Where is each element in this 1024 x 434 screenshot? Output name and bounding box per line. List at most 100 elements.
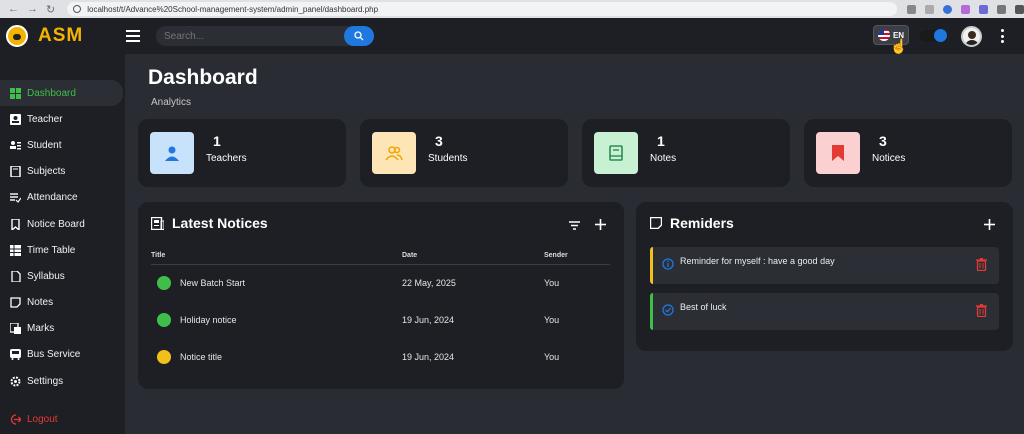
stat-card-notices[interactable]: 3 Notices [804,119,1012,187]
sidebar-item-dashboard[interactable]: Dashboard [0,80,123,107]
sidebar-item-notes[interactable]: Notes [0,290,125,316]
bookmark-icon [10,218,21,230]
dashboard-icon [10,87,21,99]
sidebar-item-student[interactable]: Student [0,132,125,158]
sidebar-item-syllabus[interactable]: Syllabus [0,263,125,289]
reminder-item[interactable]: Reminder for myself : have a good day [650,247,999,284]
page-title: Dashboard [148,66,258,89]
info-icon [662,258,674,270]
stat-value: 1 [213,133,221,149]
browser-bar: ← → ↻ localhost/t/Advance%20School-manag… [0,0,1024,18]
reminder-color-bar [650,293,653,330]
notices-stat-icon [816,132,860,174]
notice-sender: You [544,352,560,362]
marks-icon [10,323,21,335]
sidebar-item-label: Notice Board [27,218,85,230]
us-flag-icon [877,29,890,41]
menu-icon[interactable] [126,30,140,42]
avatar[interactable] [961,26,982,47]
reminders-panel: Remiders Reminder for myself : have a go… [636,202,1013,351]
stat-card-notes[interactable]: 1 Notes [582,119,790,187]
document-icon [10,270,21,282]
filter-icon[interactable] [569,221,580,230]
note-icon [10,297,21,308]
forward-icon[interactable]: → [27,3,38,16]
sidebar-item-time-table[interactable]: Time Table [0,237,125,263]
book-icon [10,166,21,178]
latest-notices-panel: Latest Notices Title Date Sender New Bat… [138,202,624,389]
sidebar-item-label: Time Table [27,244,76,256]
sticky-note-icon [650,217,662,229]
sidebar-item-attendance[interactable]: Attendance [0,185,125,211]
more-options-icon[interactable] [1001,29,1004,43]
address-bar[interactable]: localhost/t/Advance%20School-management-… [67,2,897,16]
sidebar-item-teacher[interactable]: Teacher [0,106,125,132]
theme-toggle[interactable] [920,29,948,42]
search-icon [354,31,364,41]
extension-icon[interactable] [961,4,970,14]
page-subtitle: Analytics [151,97,192,108]
puzzle-icon[interactable] [997,4,1006,14]
mouse-cursor-icon: ☝ [890,38,908,54]
sidebar-item-label: Dashboard [27,87,76,99]
notice-date: 19 Jun, 2024 [402,352,455,362]
notice-date: 22 May, 2025 [402,278,456,288]
reminders-title-text: Remiders [670,215,734,231]
add-notice-icon[interactable] [595,219,606,230]
table-row[interactable]: New Batch Start 22 May, 2025 You [138,269,624,299]
search-button[interactable] [344,26,374,46]
reminders-panel-title: Remiders [650,215,734,231]
logout-button[interactable]: Logout [10,414,58,425]
student-icon [10,140,21,151]
sidebar-item-notice-board[interactable]: Notice Board [0,211,125,237]
sidebar: Dashboard Teacher Student Subjects Atten… [0,54,125,434]
browser-extensions [907,4,1024,14]
search-input[interactable] [156,30,336,42]
reminder-color-bar [650,247,653,284]
sidebar-item-label: Subjects [27,166,66,178]
key-icon[interactable] [907,4,916,14]
status-dot [157,313,171,327]
extension-icon[interactable] [979,4,988,14]
extension-icon[interactable] [943,4,952,14]
search-box [156,26,374,46]
sidebar-item-label: Student [27,139,62,151]
sidebar-item-subjects[interactable]: Subjects [0,159,125,185]
notices-panel-title: Latest Notices [151,215,268,231]
teacher-icon [10,113,21,125]
notice-sender: You [544,315,560,325]
stat-value: 3 [879,133,887,149]
toggle-knob [934,29,947,42]
sidebar-item-marks[interactable]: Marks [0,316,125,342]
logo: ASM [6,25,118,47]
trash-icon[interactable] [976,304,987,317]
notice-title: Holiday notice [180,315,237,325]
url-text: localhost/t/Advance%20School-management-… [87,4,379,14]
profile-icon[interactable] [1015,4,1024,14]
reminder-item[interactable]: Best of luck [650,293,999,330]
sidebar-item-label: Teacher [27,113,63,125]
notes-stat-icon [594,132,638,174]
stat-value: 3 [435,133,443,149]
trash-icon[interactable] [976,258,987,271]
stat-card-students[interactable]: 3 Students [360,119,568,187]
reload-icon[interactable]: ↻ [46,3,55,16]
back-icon[interactable]: ← [8,3,19,16]
browser-nav: ← → ↻ [8,3,55,16]
sidebar-item-label: Bus Service [27,349,81,361]
stat-label: Teachers [206,153,247,164]
stat-card-teachers[interactable]: 1 Teachers [138,119,346,187]
sidebar-item-label: Syllabus [27,270,65,282]
sidebar-item-bus-service[interactable]: Bus Service [0,342,125,368]
add-reminder-icon[interactable] [984,219,995,230]
notice-title: Notice title [180,352,223,362]
site-info-icon[interactable] [73,5,82,13]
sidebar-item-settings[interactable]: Settings [0,368,125,394]
star-icon[interactable] [925,4,934,14]
check-circle-icon [662,304,674,316]
logout-label: Logout [27,414,58,425]
table-row[interactable]: Holiday notice 19 Jun, 2024 You [138,306,624,336]
table-row[interactable]: Notice title 19 Jun, 2024 You [138,343,624,373]
column-header-date: Date [402,252,418,259]
bus-icon [10,349,21,361]
